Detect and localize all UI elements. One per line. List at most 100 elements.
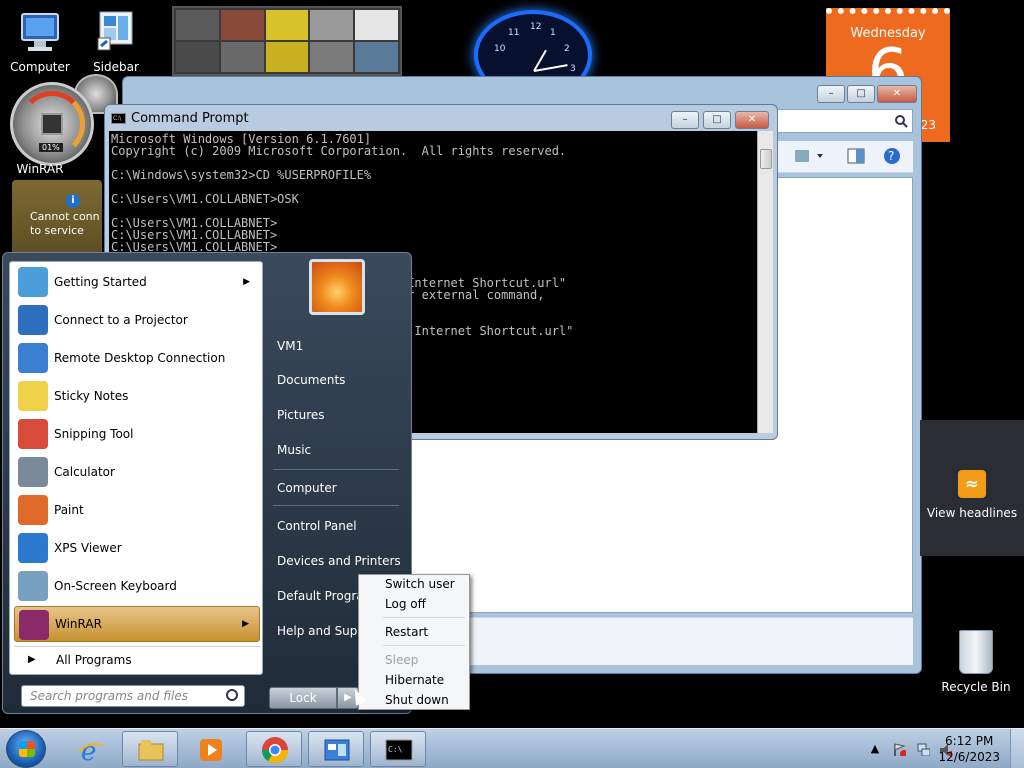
preview-pane-icon[interactable] [847,147,865,165]
feed-headlines-gadget[interactable]: ≈ View headlines [920,420,1024,556]
help-icon[interactable]: ? [883,147,901,165]
power-menu-item-shut-down[interactable]: Shut down [385,693,449,707]
minimize-button[interactable]: – [671,111,699,129]
user-avatar[interactable] [309,259,365,315]
start-menu-link-vm1[interactable]: VM1 [277,339,303,353]
xps-viewer-icon [18,533,48,563]
cpu-meter-gadget[interactable]: 01% [10,82,94,166]
search-icon [226,689,238,701]
close-button[interactable]: ✕ [735,111,769,129]
power-menu-item-restart[interactable]: Restart [385,625,428,639]
start-menu-item-label: Remote Desktop Connection [54,351,226,365]
menu-separator [383,617,465,618]
taskbar-button-chrome[interactable] [246,731,302,767]
maximize-button[interactable]: □ [847,85,875,103]
power-menu-item-log-off[interactable]: Log off [385,597,426,611]
internet-explorer-icon: e [78,737,104,764]
start-menu-link-music[interactable]: Music [277,443,311,457]
weather-message-line1: Cannot conn [30,210,100,223]
divider [273,505,399,506]
all-programs-label: All Programs [56,652,132,667]
clock-minute-hand [533,64,568,72]
rss-icon: ≈ [958,470,986,498]
clock-date: 12/6/2023 [938,750,1000,764]
start-menu-item-getting-started[interactable]: Getting Started ▶ [14,264,260,300]
start-menu-item-remote-desktop-connection[interactable]: Remote Desktop Connection [14,340,260,376]
desktop-icon-label: WinRAR [16,162,64,176]
taskbar: e C:\ ▲ 6:12 PM 12/6/2023 [0,728,1024,768]
slideshow-gadget[interactable] [172,6,402,76]
views-icon[interactable] [793,147,827,165]
scrollbar-thumb[interactable] [760,149,772,169]
start-menu-item-connect-to-a-projector[interactable]: Connect to a Projector [14,302,260,338]
start-menu-link-devices-and-printers[interactable]: Devices and Printers [277,554,401,568]
minimize-button[interactable]: – [817,85,845,103]
search-placeholder: Search programs and files [30,689,188,703]
desktop-icon-label: Computer [10,60,70,74]
taskbar-button-media-player[interactable] [182,731,238,767]
desktop-icon-label: Sidebar [93,60,139,74]
start-menu-link-pictures[interactable]: Pictures [277,408,325,422]
start-menu-item-on-screen-keyboard[interactable]: On-Screen Keyboard [14,568,260,604]
menu-separator [383,645,465,646]
vertical-scrollbar[interactable] [757,131,773,433]
clock-number: 10 [494,44,506,54]
power-menu-item-hibernate[interactable]: Hibernate [385,673,444,687]
show-desktop-button[interactable] [1010,729,1024,768]
explorer-search-box[interactable] [773,109,913,133]
taskbar-button-windows-explorer[interactable] [122,731,178,767]
action-center-flag-icon[interactable] [892,742,906,756]
taskbar-clock[interactable]: 6:12 PM 12/6/2023 [938,733,1000,765]
start-menu-link-documents[interactable]: Documents [277,373,345,387]
all-programs-button[interactable]: ▶ All Programs [14,646,260,672]
desktop-icon-winrar[interactable]: WinRAR [2,162,78,176]
lock-button[interactable]: Lock [269,687,337,709]
submenu-arrow-icon: ▶ [243,277,250,287]
start-button[interactable] [6,730,46,768]
taskbar-button-command-prompt[interactable]: C:\ [370,731,426,767]
clock-number: 1 [550,28,556,38]
start-menu-item-winrar[interactable]: WinRAR ▶ [14,606,260,642]
start-menu-item-sticky-notes[interactable]: Sticky Notes [14,378,260,414]
network-icon[interactable] [916,742,930,756]
start-menu-item-xps-viewer[interactable]: XPS Viewer [14,530,260,566]
desktop-icon-computer[interactable]: Computer [2,8,78,74]
start-menu-link-computer[interactable]: Computer [277,481,337,495]
close-button[interactable]: ✕ [877,85,917,103]
clock-time: 6:12 PM [945,734,994,748]
svg-text:C:\: C:\ [388,745,403,754]
start-search-input[interactable]: Search programs and files [21,685,245,707]
desktop-icon-recycle-bin[interactable]: Recycle Bin [938,630,1014,694]
svg-text:e: e [81,737,96,764]
weather-gadget[interactable]: i Cannot conn to service [12,180,102,258]
start-menu-item-snipping-tool[interactable]: Snipping Tool [14,416,260,452]
show-hidden-icons-icon[interactable]: ▲ [868,742,882,756]
media-player-icon [200,739,222,761]
start-menu[interactable]: Getting Started ▶ Connect to a Projector Re… [2,252,412,714]
search-icon [895,115,908,128]
start-menu-item-calculator[interactable]: Calculator [14,454,260,490]
winrar-icon [19,610,49,640]
start-menu-link-control-panel[interactable]: Control Panel [277,519,357,533]
maximize-button[interactable]: □ [703,111,731,129]
windows-explorer-icon [138,740,164,761]
notification-area: ▲ 6:12 PM 12/6/2023 [834,729,1024,768]
start-menu-item-label: On-Screen Keyboard [54,579,177,593]
desktop-icon-sidebar[interactable]: Sidebar [78,8,154,74]
clock-number: 2 [564,44,570,54]
start-menu-item-label: Connect to a Projector [54,313,188,327]
power-menu-item-switch-user[interactable]: Switch user [385,577,455,591]
start-menu-item-label: Snipping Tool [54,427,134,441]
start-menu-item-label: Sticky Notes [54,389,129,403]
taskbar-button-internet-explorer[interactable]: e [62,731,118,767]
remote-desktop-icon [18,343,48,373]
computer-icon [16,8,64,56]
clock-number: 12 [530,22,542,32]
cpu-chip-icon [41,113,63,135]
start-menu-item-label: XPS Viewer [54,541,122,555]
taskbar-button-control-panel[interactable] [308,731,364,767]
triangle-right-icon: ▶ [28,654,36,665]
console-line: Copyright (c) 2009 Microsoft Corporation… [111,144,567,158]
start-menu-item-paint[interactable]: Paint [14,492,260,528]
projector-icon [18,305,48,335]
